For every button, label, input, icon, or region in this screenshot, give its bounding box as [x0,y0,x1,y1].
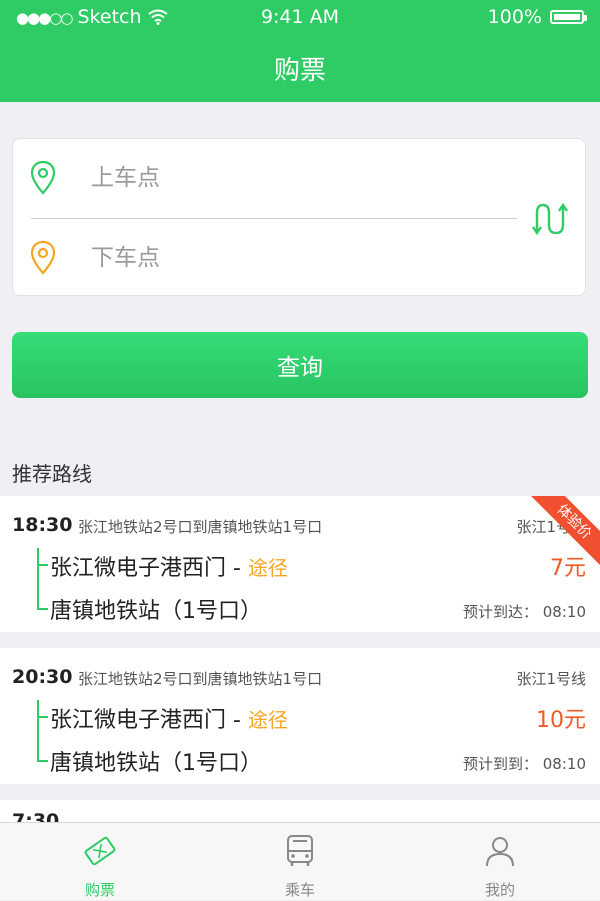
route-card[interactable]: 7:30 [0,800,600,822]
route-from-name: 张江微电子港西门 [50,708,227,733]
route-from: 张江微电子港西门 - 途径 [50,702,288,734]
status-right: 100% [487,6,587,28]
status-bar: ●●●○○ Sketch 9:41 AM 100% [0,0,600,36]
dropoff-field[interactable] [13,219,513,297]
route-card[interactable]: 20:30 张江地铁站2号口到唐镇地铁站1号口 张江1号线 张江微电子港西门 -… [0,648,600,784]
tab-label: 乘车 [284,881,315,899]
tab-ride[interactable]: 乘车 [200,823,400,901]
route-time: 18:30 [12,514,73,536]
battery-icon [550,10,587,24]
swap-icon[interactable] [531,197,569,239]
route-to: 唐镇地铁站（1号口） [50,599,262,624]
route-price: 10元 [536,708,586,733]
route-desc: 张江地铁站2号口到唐镇地铁站1号口 [78,670,323,688]
route-connector [37,700,49,762]
pickup-pin-icon [30,160,56,195]
tab-mine[interactable]: 我的 [400,823,600,901]
route-connector [37,548,49,610]
route-eta: 预计到到： 08:10 [463,755,586,773]
route-card[interactable]: 18:30 张江地铁站2号口到唐镇地铁站1号口 张江1号线 张江微电子港西门 -… [0,496,600,632]
route-from-sep: - [233,708,248,733]
dropoff-input[interactable] [89,244,473,272]
route-via-link[interactable]: 途径 [248,556,288,580]
route-eta: 预计到达： 08:10 [463,603,586,621]
recommended-routes-title: 推荐路线 [12,462,92,486]
route-line: 张江1号线 [516,670,586,688]
ticket-icon [84,836,116,866]
user-icon [486,837,514,867]
tab-bar: 购票 乘车 我的 [0,822,600,900]
dropoff-pin-icon [30,240,56,275]
route-time: 20:30 [12,666,73,688]
bus-icon [287,835,313,866]
page-title: 购票 [273,56,326,86]
route-search-card [12,138,586,296]
route-via-link[interactable]: 途径 [248,708,288,732]
route-from: 张江微电子港西门 - 途径 [50,550,288,582]
tab-label: 购票 [84,881,115,899]
battery-percent: 100% [487,6,542,28]
route-from-sep: - [233,556,248,581]
route-time: 7:30 [12,810,60,822]
header-bar: ●●●○○ Sketch 9:41 AM 100% 购票 [0,0,600,102]
tab-label: 我的 [484,881,515,899]
route-to: 唐镇地铁站（1号口） [50,751,262,776]
query-button[interactable]: 查询 [12,332,588,398]
pickup-input[interactable] [89,164,473,192]
route-from-name: 张江微电子港西门 [50,556,227,581]
route-price: 7元 [550,556,586,581]
tab-buy-ticket[interactable]: 购票 [0,823,200,901]
route-desc: 张江地铁站2号口到唐镇地铁站1号口 [78,518,323,536]
pickup-field[interactable] [13,139,513,217]
